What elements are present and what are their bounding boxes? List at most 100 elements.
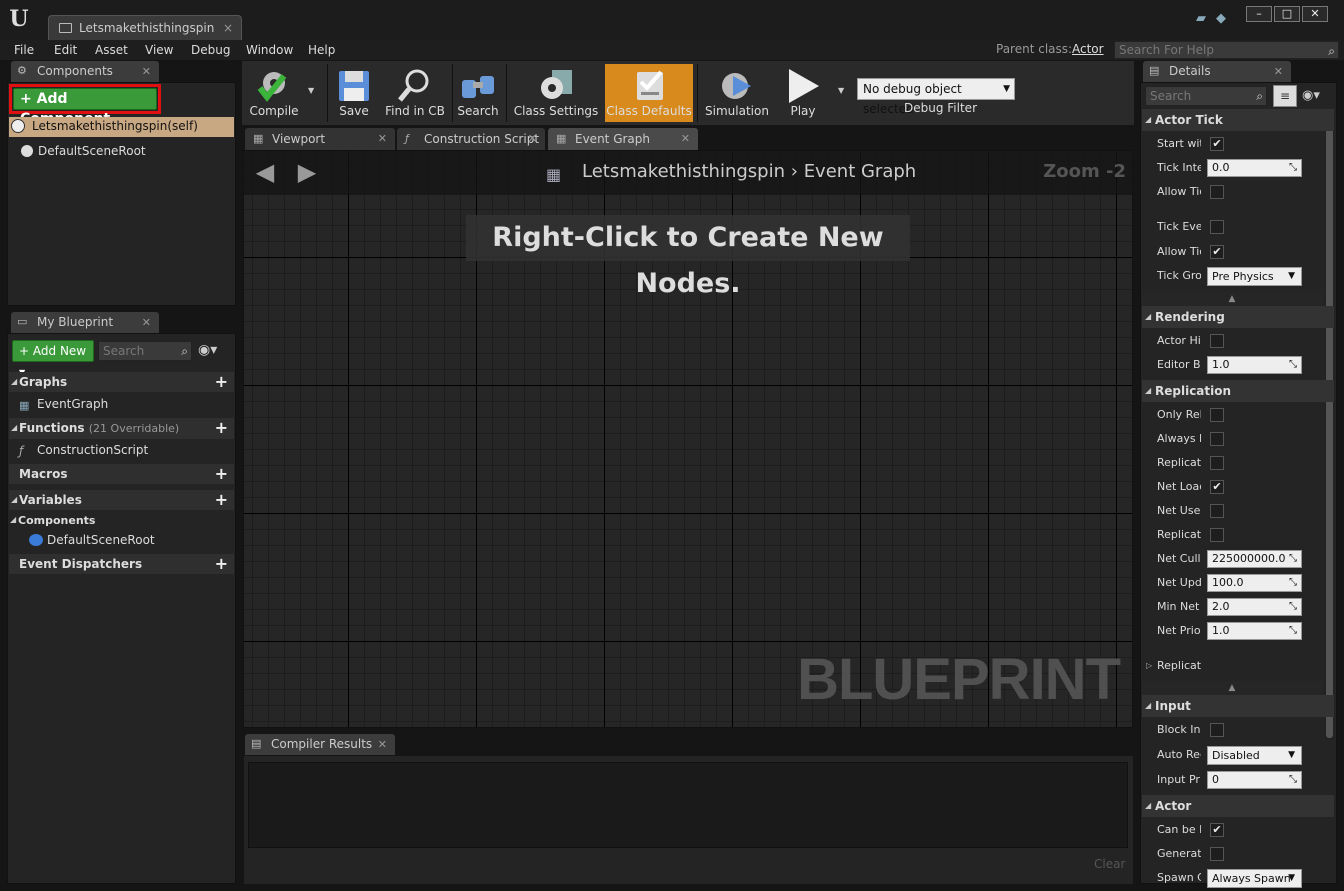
add-component-button[interactable]: + Add Component ▼ xyxy=(13,88,157,127)
property-number-field[interactable]: 225000000.0 ⤡ xyxy=(1207,550,1302,568)
add-function-plus-icon[interactable]: + xyxy=(215,418,228,438)
menu-view[interactable]: View xyxy=(145,42,173,58)
property-checkbox[interactable] xyxy=(1210,220,1224,234)
graph-item-event-graph[interactable]: EventGraph xyxy=(37,395,108,413)
actor-tick-section[interactable]: ◢ Actor Tick xyxy=(1142,109,1334,131)
function-item-construction-script[interactable]: ConstructionScript xyxy=(37,441,148,459)
compile-button[interactable]: Compile xyxy=(246,64,302,122)
document-tab[interactable]: Letsmakethisthingspin × xyxy=(48,15,242,40)
property-checkbox[interactable]: ✔ xyxy=(1210,480,1224,494)
tab-viewport[interactable]: ▦ Viewport ✕ xyxy=(245,128,395,150)
advanced-collapse-icon[interactable]: ▲ xyxy=(1142,292,1322,306)
add-variable-plus-icon[interactable]: + xyxy=(215,490,228,510)
property-number-field[interactable]: 0 ⤡ xyxy=(1207,771,1302,789)
property-dropdown[interactable]: Disabled ▼ xyxy=(1207,746,1302,765)
macros-section[interactable]: Macros + xyxy=(9,464,234,484)
property-checkbox[interactable] xyxy=(1210,504,1224,518)
actor-section[interactable]: ◢ Actor xyxy=(1142,795,1334,817)
property-dropdown[interactable]: Pre Physics ▼ xyxy=(1207,267,1302,286)
add-graph-plus-icon[interactable]: + xyxy=(215,372,228,392)
functions-section[interactable]: ◢ Functions (21 Overridable) + xyxy=(9,418,234,439)
minimize-button[interactable]: – xyxy=(1246,6,1272,22)
event-dispatchers-section[interactable]: Event Dispatchers + xyxy=(9,554,234,574)
property-checkbox[interactable] xyxy=(1210,528,1224,542)
tab-close-icon[interactable]: ✕ xyxy=(528,128,537,150)
save-button[interactable]: Save xyxy=(331,64,377,122)
tab-construction-script[interactable]: ƒ Construction Script ✕ xyxy=(397,128,545,150)
menu-asset[interactable]: Asset xyxy=(95,42,128,58)
graphs-section[interactable]: ◢ Graphs + xyxy=(9,372,234,392)
menu-file[interactable]: File xyxy=(14,42,34,58)
feedback-icon[interactable]: ▰ xyxy=(1196,12,1212,26)
compile-options-chevron-icon[interactable]: ▼ xyxy=(308,86,314,95)
property-checkbox[interactable] xyxy=(1210,432,1224,446)
property-checkbox[interactable] xyxy=(1210,456,1224,470)
replication-section[interactable]: ◢ Replication xyxy=(1142,380,1334,402)
property-number-field[interactable]: 1.0 ⤡ xyxy=(1207,356,1302,374)
tab-close-icon[interactable]: ✕ xyxy=(378,128,387,150)
property-number-field[interactable]: 1.0 ⤡ xyxy=(1207,622,1302,640)
tab-close-icon[interactable]: ✕ xyxy=(1274,61,1283,82)
replicated-collapsed-row[interactable]: ▷ Replicate xyxy=(1146,654,1330,678)
components-tab[interactable]: ⚙ Components ✕ xyxy=(11,61,159,82)
eye-icon[interactable]: ◉▾ xyxy=(1302,88,1320,103)
advanced-collapse-icon[interactable]: ▲ xyxy=(1142,681,1322,695)
tab-close-icon[interactable]: ✕ xyxy=(681,128,690,150)
property-checkbox[interactable] xyxy=(1210,723,1224,737)
class-defaults-button[interactable]: Class Defaults xyxy=(605,64,693,122)
find-in-cb-button[interactable]: Find in CB xyxy=(381,64,449,122)
property-checkbox[interactable] xyxy=(1210,847,1224,861)
blueprint-search-input[interactable]: Search ⌕ xyxy=(98,341,192,361)
rendering-section[interactable]: ◢ Rendering xyxy=(1142,306,1334,328)
eye-icon[interactable]: ◉▾ xyxy=(198,342,217,358)
component-default-scene-root[interactable]: DefaultSceneRoot xyxy=(38,142,146,160)
class-settings-button[interactable]: Class Settings xyxy=(510,64,602,122)
back-arrow-icon[interactable]: ◀ xyxy=(252,159,278,185)
details-tab[interactable]: ▤ Details ✕ xyxy=(1143,61,1291,82)
tab-close-icon[interactable]: ✕ xyxy=(142,61,151,82)
forward-arrow-icon[interactable]: ▶ xyxy=(294,159,320,185)
add-new-button[interactable]: + Add New ▼ xyxy=(12,340,94,377)
property-number-field[interactable]: 0.0 ⤡ xyxy=(1207,159,1302,177)
parent-class-link[interactable]: Actor xyxy=(1072,42,1104,56)
property-checkbox[interactable]: ✔ xyxy=(1210,137,1224,151)
property-checkbox[interactable]: ✔ xyxy=(1210,244,1224,259)
clear-button[interactable]: Clear xyxy=(1094,857,1125,871)
menu-debug[interactable]: Debug xyxy=(191,42,230,58)
menu-edit[interactable]: Edit xyxy=(54,42,77,58)
variables-section[interactable]: ◢ Variables + xyxy=(9,490,234,510)
variables-components-category[interactable]: Components xyxy=(18,512,95,530)
my-blueprint-tab[interactable]: ▭ My Blueprint ✕ xyxy=(11,312,159,333)
property-checkbox[interactable] xyxy=(1210,185,1224,199)
details-search-input[interactable]: Search ⌕ xyxy=(1145,86,1267,106)
play-options-chevron-icon[interactable]: ▼ xyxy=(838,86,844,95)
help-search-input[interactable]: Search For Help ⌕ xyxy=(1114,41,1339,59)
tab-event-graph[interactable]: ▦ Event Graph ✕ xyxy=(548,128,698,150)
input-section[interactable]: ◢ Input xyxy=(1142,695,1334,717)
maximize-button[interactable]: □ xyxy=(1274,6,1300,22)
add-dispatcher-plus-icon[interactable]: + xyxy=(215,554,228,574)
tab-close-icon[interactable]: × xyxy=(223,16,233,40)
property-checkbox[interactable]: ✔ xyxy=(1210,823,1224,837)
property-number-field[interactable]: 100.0 ⤡ xyxy=(1207,574,1302,592)
add-macro-plus-icon[interactable]: + xyxy=(215,464,228,484)
variable-item-default-scene-root[interactable]: DefaultSceneRoot xyxy=(47,531,155,549)
tab-close-icon[interactable]: ✕ xyxy=(378,734,387,755)
property-checkbox[interactable] xyxy=(1210,408,1224,422)
debug-object-select[interactable]: No debug object selected ▼ xyxy=(857,78,1015,116)
property-dropdown[interactable]: Always Spawn ▼ xyxy=(1207,869,1302,888)
menu-help[interactable]: Help xyxy=(308,42,335,58)
compiler-results-tab[interactable]: ▤ Compiler Results ✕ xyxy=(245,734,395,755)
property-matrix-icon[interactable]: ≡ xyxy=(1273,85,1297,107)
event-graph-canvas[interactable]: ◀ ▶ ▦ Letsmakethisthingspin › Event Grap… xyxy=(243,150,1133,728)
tab-close-icon[interactable]: ✕ xyxy=(142,312,151,333)
close-button[interactable]: ✕ xyxy=(1302,6,1328,22)
simulation-button[interactable]: Simulation xyxy=(701,64,773,122)
learn-icon[interactable]: ◆ xyxy=(1216,12,1232,26)
property-checkbox[interactable] xyxy=(1210,334,1224,348)
search-button[interactable]: Search xyxy=(455,64,501,122)
play-button[interactable]: Play xyxy=(778,64,828,122)
property-number-field[interactable]: 2.0 ⤡ xyxy=(1207,598,1302,616)
menu-window[interactable]: Window xyxy=(246,42,293,58)
breadcrumb-root[interactable]: Letsmakethisthingspin xyxy=(582,161,785,182)
